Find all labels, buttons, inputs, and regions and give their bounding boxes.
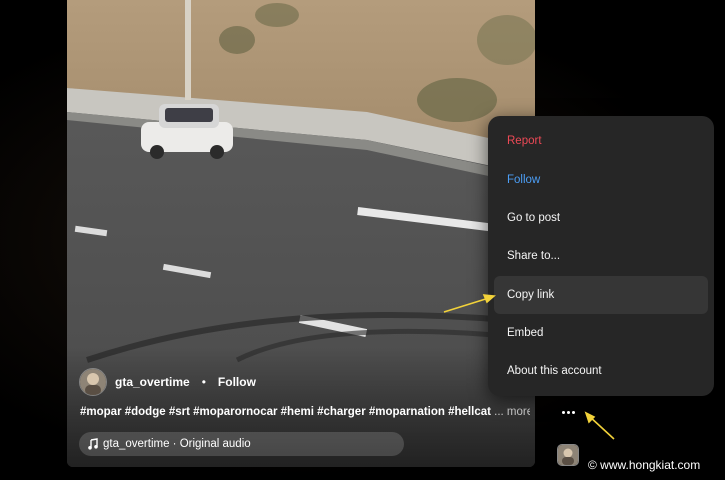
watermark: © www.hongkiat.com (588, 458, 701, 472)
author-username[interactable]: gta_overtime (115, 375, 190, 389)
caption-hashtags[interactable]: #mopar #dodge #srt #moparornocar #hemi #… (80, 406, 491, 418)
music-note-icon (88, 438, 98, 450)
post-author-row: gta_overtime • Follow (79, 368, 256, 396)
author-avatar[interactable] (79, 368, 107, 396)
menu-item-share-to[interactable]: Share to... (494, 237, 708, 275)
video-player[interactable]: gta_overtime • Follow #mopar #dodge #srt… (67, 0, 535, 467)
menu-item-go-to-post[interactable]: Go to post (494, 199, 708, 237)
menu-item-copy-link[interactable]: Copy link (494, 276, 708, 314)
menu-item-report[interactable]: Report (494, 122, 708, 160)
post-caption: #mopar #dodge #srt #moparornocar #hemi #… (80, 406, 530, 418)
more-dots-icon[interactable] (559, 403, 577, 421)
page-background: gta_overtime • Follow #mopar #dodge #srt… (0, 0, 725, 480)
post-options-menu: Report Follow Go to post Share to... Cop… (488, 116, 714, 396)
separator-dot: • (201, 375, 206, 389)
audio-label: gta_overtime · Original audio (103, 438, 251, 450)
caption-more-link[interactable]: ... more (494, 406, 530, 418)
menu-item-embed[interactable]: Embed (494, 314, 708, 352)
follow-link[interactable]: Follow (218, 375, 256, 389)
arrow-head-more-button (584, 411, 596, 424)
audio-thumbnail-avatar[interactable] (557, 444, 579, 466)
menu-item-about-account[interactable]: About this account (494, 352, 708, 390)
audio-pill[interactable]: gta_overtime · Original audio (79, 432, 404, 456)
arrow-to-more-button (588, 415, 615, 440)
menu-item-follow[interactable]: Follow (494, 161, 708, 199)
